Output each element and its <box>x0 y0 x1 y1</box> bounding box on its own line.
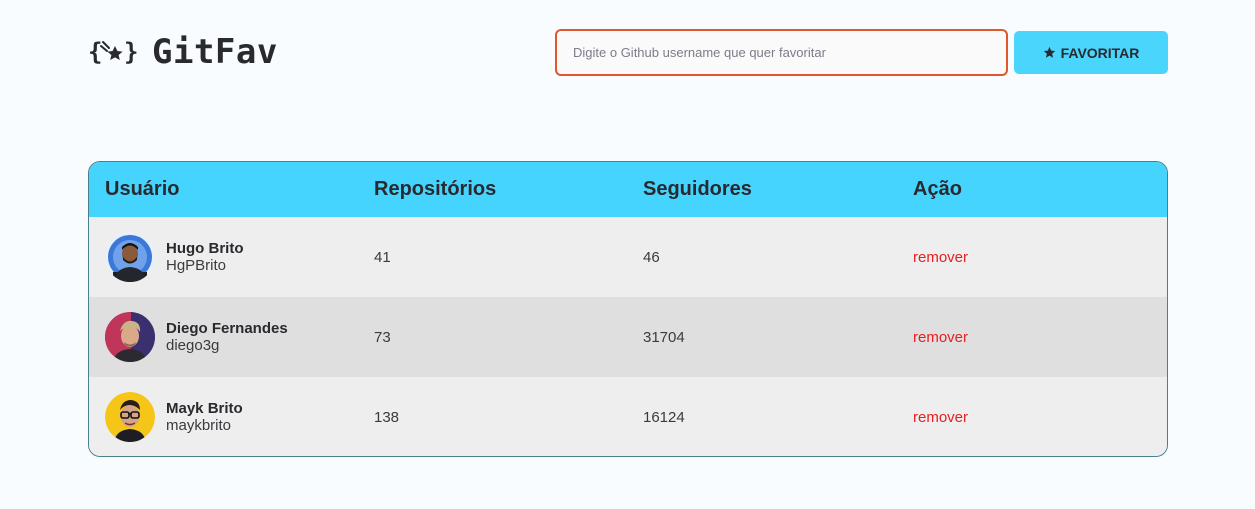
avatar[interactable] <box>105 392 155 442</box>
header-followers: Seguidores <box>643 178 752 200</box>
logo[interactable]: { } GitFav <box>88 32 278 72</box>
user-name[interactable]: Diego Fernandes <box>166 320 288 337</box>
avatar[interactable] <box>105 232 155 282</box>
remove-button[interactable]: remover <box>913 409 968 426</box>
remove-button[interactable]: remover <box>913 329 968 346</box>
favorites-table: Usuário Repositórios Seguidores Ação Hug… <box>88 161 1168 457</box>
repositories-cell: 138 <box>374 408 400 426</box>
remove-button[interactable]: remover <box>913 249 968 266</box>
table-row: Hugo Brito HgPBrito 41 46 remover <box>89 217 1167 297</box>
user-cell: Mayk Brito maykbrito <box>89 377 358 456</box>
header: { } GitFav FAVORITAR <box>88 28 1168 76</box>
user-login: maykbrito <box>166 417 232 434</box>
svg-text:}: } <box>124 38 138 66</box>
logo-text: GitFav <box>152 32 278 72</box>
table-row: Mayk Brito maykbrito 138 16124 remover <box>89 377 1167 456</box>
favorite-button[interactable]: FAVORITAR <box>1014 31 1168 74</box>
user-name[interactable]: Hugo Brito <box>166 240 243 257</box>
action-cell: remover <box>897 297 1167 377</box>
user-login: diego3g <box>166 337 220 354</box>
repositories-cell: 41 <box>374 248 391 266</box>
repositories-cell: 73 <box>374 328 391 346</box>
user-name[interactable]: Mayk Brito <box>166 400 243 417</box>
search-input[interactable] <box>555 29 1008 76</box>
avatar[interactable] <box>105 312 155 362</box>
followers-cell: 46 <box>643 248 660 266</box>
star-icon <box>1043 46 1055 58</box>
table-header-row: Usuário Repositórios Seguidores Ação <box>89 162 1167 217</box>
table-row: Diego Fernandes diego3g 73 31704 remover <box>89 297 1167 377</box>
action-cell: remover <box>897 377 1167 456</box>
followers-cell: 16124 <box>643 408 685 426</box>
braces-star-icon: { } <box>88 38 138 66</box>
svg-text:{: { <box>88 38 102 66</box>
user-login: HgPBrito <box>166 257 227 274</box>
header-repositories: Repositórios <box>374 178 497 200</box>
header-user: Usuário <box>105 178 180 200</box>
action-cell: remover <box>897 217 1167 297</box>
user-cell: Diego Fernandes diego3g <box>89 297 358 377</box>
user-cell: Hugo Brito HgPBrito <box>89 217 358 297</box>
followers-cell: 31704 <box>643 328 685 346</box>
favorite-button-label: FAVORITAR <box>1060 44 1140 61</box>
header-action: Ação <box>913 178 962 200</box>
